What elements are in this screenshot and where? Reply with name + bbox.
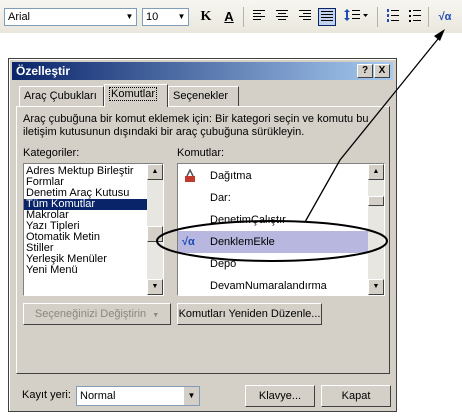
arrowhead-icon: [434, 29, 445, 41]
tab-commands-label: Komutlar: [109, 87, 158, 101]
highlight-ellipse: [156, 220, 388, 262]
annotation-overlay: [156, 29, 445, 262]
tab-commands[interactable]: Komutlar: [104, 84, 168, 107]
annotation-arrow: [304, 33, 443, 223]
